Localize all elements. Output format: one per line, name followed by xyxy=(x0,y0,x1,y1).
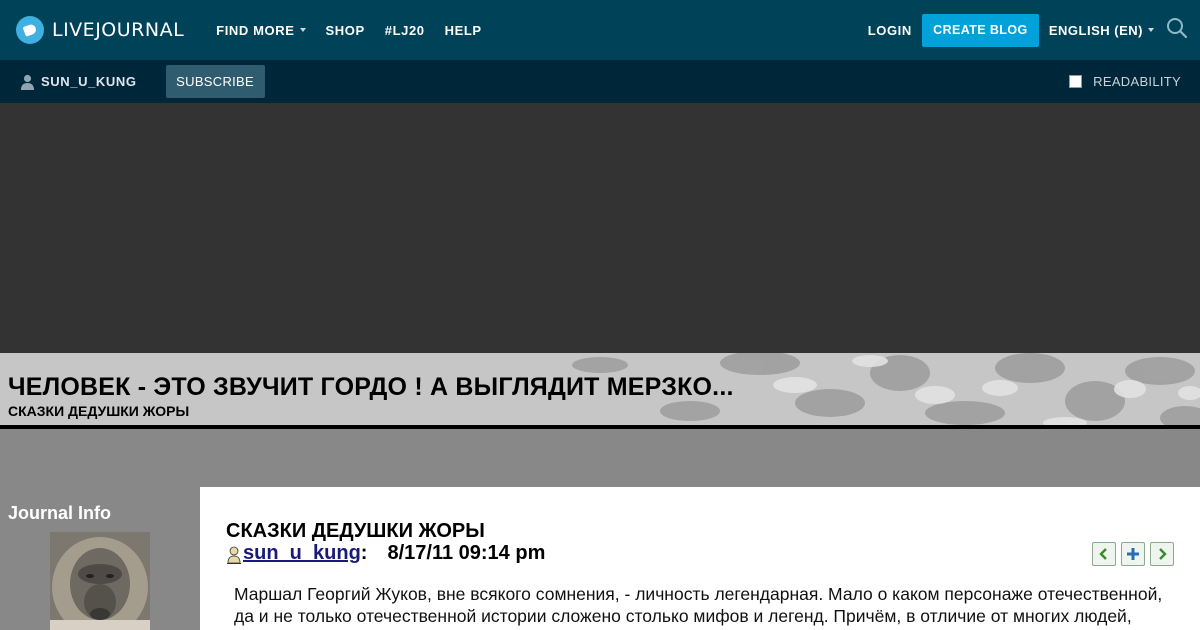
user-icon xyxy=(227,546,241,564)
search-icon[interactable] xyxy=(1166,17,1188,39)
plus-icon xyxy=(1127,548,1139,560)
create-blog-button[interactable]: CREATE BLOG xyxy=(921,13,1039,47)
journal-subtitle: СКАЗКИ ДЕДУШКИ ЖОРЫ xyxy=(8,403,190,419)
readability-label: READABILITY xyxy=(1093,74,1181,89)
subscribe-button[interactable]: SUBSCRIBE xyxy=(165,65,265,98)
meta-separator: : xyxy=(360,542,368,564)
post-meta: sun_u_kung : 8/17/11 09:14 pm xyxy=(226,542,545,565)
next-entry-button[interactable] xyxy=(1150,542,1174,566)
livejournal-logo[interactable]: LIVEJOURNAL xyxy=(16,16,184,44)
livejournal-logo-icon xyxy=(16,16,44,44)
journal-bar: SUN_U_KUNG SUBSCRIBE READABILITY xyxy=(0,60,1200,103)
chevron-down-icon xyxy=(1148,28,1154,32)
add-to-memories-button[interactable] xyxy=(1121,542,1145,566)
readability-toggle: READABILITY xyxy=(1069,60,1181,103)
post-nav-actions xyxy=(1087,542,1174,566)
post-container: СКАЗКИ ДЕДУШКИ ЖОРЫ sun_u_kung : 8/17/11… xyxy=(200,487,1200,630)
nav-help[interactable]: HELP xyxy=(445,23,482,38)
chevron-right-icon xyxy=(1159,548,1167,560)
previous-entry-button[interactable] xyxy=(1092,542,1116,566)
readability-checkbox[interactable] xyxy=(1069,75,1083,88)
language-selector[interactable]: ENGLISH (EN) xyxy=(1049,23,1154,38)
top-navbar: LIVEJOURNAL FIND MORE SHOP #LJ20 HELP LO… xyxy=(0,0,1200,60)
header-banner xyxy=(0,103,1200,353)
account-nav: LOGIN CREATE BLOG ENGLISH (EN) xyxy=(868,0,1200,60)
nav-lj20[interactable]: #LJ20 xyxy=(385,23,425,38)
journal-header: ЧЕЛОВЕК - ЭТО ЗВУЧИТ ГОРДО ! А ВЫГЛЯДИТ … xyxy=(0,353,1200,429)
language-label: ENGLISH (EN) xyxy=(1048,22,1143,38)
avatar[interactable] xyxy=(50,532,150,630)
login-link[interactable]: LOGIN xyxy=(868,23,912,38)
journal-owner-name: SUN_U_KUNG xyxy=(41,74,137,89)
journal-owner-link[interactable]: SUN_U_KUNG xyxy=(20,74,137,90)
nav-find-more[interactable]: FIND MORE xyxy=(216,22,306,38)
logo-text: LIVEJOURNAL xyxy=(52,19,185,41)
main-nav: FIND MORE SHOP #LJ20 HELP xyxy=(216,23,502,38)
post-author-link[interactable]: sun_u_kung xyxy=(243,542,361,565)
post-title: СКАЗКИ ДЕДУШКИ ЖОРЫ xyxy=(226,520,485,542)
post-datetime: 8/17/11 09:14 pm xyxy=(387,542,546,564)
nav-shop[interactable]: SHOP xyxy=(326,23,365,38)
post-body: Маршал Георгий Жуков, вне всякого сомнен… xyxy=(234,584,1163,630)
nav-find-more-label: FIND MORE xyxy=(216,22,295,38)
chevron-down-icon xyxy=(299,28,306,32)
journal-info-heading: Journal Info xyxy=(8,503,111,523)
chevron-left-icon xyxy=(1099,548,1107,560)
baboon-userpic xyxy=(50,532,150,630)
user-icon xyxy=(21,74,34,90)
journal-title: ЧЕЛОВЕК - ЭТО ЗВУЧИТ ГОРДО ! А ВЫГЛЯДИТ … xyxy=(8,373,734,401)
